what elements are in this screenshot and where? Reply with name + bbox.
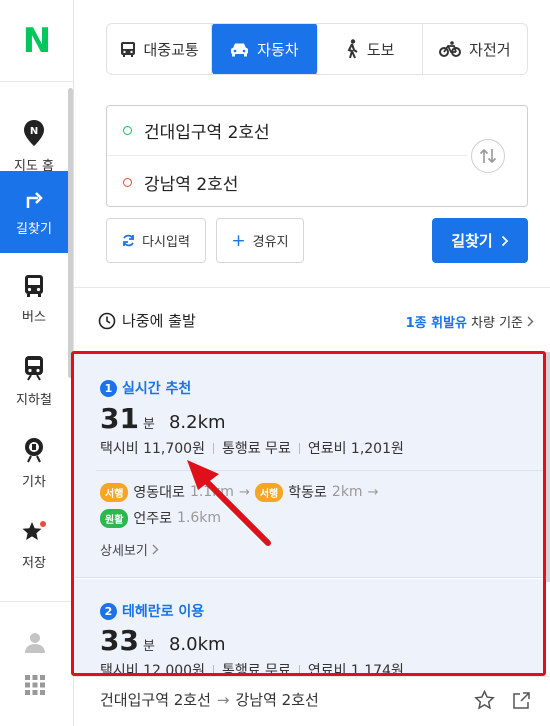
sidebar-item-directions[interactable]: 길찾기 (0, 171, 68, 253)
toll-fee: 통행료 무료 (221, 441, 291, 457)
apps-menu-button[interactable] (20, 670, 50, 700)
rank-number-badge: 1 (100, 379, 117, 397)
profile-button[interactable] (20, 627, 50, 657)
refresh-icon (123, 234, 134, 247)
map-pin-icon: N (24, 119, 44, 146)
transport-mode-tabs: 대중교통 자동차 도보 자전거 (106, 23, 528, 75)
taxi-fare: 택시비 12,000원 (100, 663, 205, 675)
traffic-segments: 원활 언주로 1.6km (100, 508, 221, 528)
star-icon (22, 520, 46, 540)
divider (212, 664, 214, 675)
reset-input-button[interactable]: 다시입력 (106, 218, 206, 263)
bus-icon (25, 274, 43, 297)
walk-icon (347, 39, 358, 59)
footer-route-summary: 건대입구역 2호선 → 강남역 2호선 (100, 690, 319, 710)
traffic-tag: 서행 (254, 482, 284, 502)
route-rank-title: 1 실시간 추천 (100, 378, 191, 398)
sidebar-item-subway[interactable]: 지하철 (0, 340, 68, 422)
rank-number-badge: 2 (100, 602, 117, 620)
fuel-type-selector[interactable]: 1종 휘발유 차량 기준 (406, 312, 534, 331)
start-location-field[interactable]: 건대입구역 2호선 (107, 106, 467, 156)
sidebar-item-label: 버스 (22, 309, 46, 325)
swap-arrows-icon (479, 148, 497, 164)
sidebar-item-label: 기차 (22, 474, 46, 490)
tab-public-transit[interactable]: 대중교통 (107, 24, 213, 74)
sidebar-item-saved[interactable]: 저장 (0, 504, 68, 586)
arrow-right-icon: → (238, 484, 250, 500)
add-waypoint-button[interactable]: + 경유지 (216, 218, 304, 263)
sidebar-item-bus[interactable]: 버스 (0, 258, 68, 340)
swap-route-button[interactable] (471, 139, 505, 173)
directions-panel: 대중교통 자동차 도보 자전거 건대입구역 2호선 강남역 2호선 다시입력 +… (74, 0, 550, 726)
route-footer-bar: 건대입구역 2호선 → 강남역 2호선 (74, 676, 550, 726)
sidebar-scrollbar[interactable] (68, 88, 73, 378)
sidebar: N N 지도 홈 길찾기 버스 지하철 기차 저장 (0, 0, 74, 726)
traffic-segments: 서행 영동대로 1.1km → 서행 학동로 2km → (100, 482, 378, 502)
route-summary: 31 분 8.2km (100, 402, 226, 435)
results-scrollbar[interactable] (544, 352, 550, 582)
plus-icon: + (231, 230, 246, 251)
route-costs: 택시비 12,000원 통행료 무료 연료비 1,174원 (100, 660, 404, 675)
chevron-right-icon (527, 316, 534, 327)
route-input-box: 건대입구역 2호선 강남역 2호선 (106, 105, 528, 207)
end-dot-icon (123, 177, 132, 187)
divider (298, 664, 300, 675)
end-location-field[interactable]: 강남역 2호선 (107, 157, 467, 207)
traffic-tag: 서행 (100, 482, 129, 502)
route-card[interactable]: 2 테헤란로 이용 33 분 8.0km 택시비 12,000원 통행료 무료 … (74, 579, 544, 675)
divider (212, 442, 214, 454)
toll-fee: 통행료 무료 (221, 663, 291, 675)
clock-icon (98, 312, 116, 329)
tab-bicycle[interactable]: 자전거 (423, 24, 527, 74)
svg-text:N: N (30, 126, 38, 137)
naver-logo[interactable]: N (0, 0, 74, 82)
save-route-button[interactable] (471, 687, 497, 713)
arrow-right-icon: → (216, 690, 230, 709)
find-route-button[interactable]: 길찾기 (432, 218, 528, 263)
fuel-cost: 연료비 1,201원 (307, 441, 404, 457)
divider (298, 442, 300, 454)
chevron-right-icon (501, 235, 508, 246)
chevron-right-icon (152, 544, 159, 555)
sidebar-divider (0, 601, 74, 602)
train-icon (25, 437, 43, 462)
sidebar-item-label: 지하철 (16, 392, 52, 408)
share-icon (512, 691, 530, 709)
directions-icon (26, 191, 43, 208)
route-costs: 택시비 11,700원 통행료 무료 연료비 1,201원 (100, 438, 404, 458)
arrow-right-icon: → (367, 484, 379, 500)
depart-later-button[interactable]: 나중에 출발 (98, 310, 196, 331)
bike-icon (439, 41, 462, 57)
car-icon (231, 43, 249, 56)
card-divider (96, 470, 544, 471)
view-details-link[interactable]: 상세보기 (100, 540, 159, 559)
route-card[interactable]: 1 실시간 추천 31 분 8.2km 택시비 11,700원 통행료 무료 연… (74, 352, 544, 578)
taxi-fare: 택시비 11,700원 (100, 441, 205, 457)
sidebar-item-label: 저장 (22, 555, 46, 571)
route-results-list: 1 실시간 추천 31 분 8.2km 택시비 11,700원 통행료 무료 연… (74, 352, 544, 675)
grid-icon (25, 675, 45, 695)
start-dot-icon (123, 126, 132, 135)
route-rank-title: 2 테헤란로 이용 (100, 601, 204, 621)
sidebar-item-train[interactable]: 기차 (0, 422, 68, 504)
subway-icon (25, 355, 43, 381)
fuel-cost: 연료비 1,174원 (307, 663, 404, 675)
bus-icon (120, 41, 135, 57)
traffic-tag: 원활 (100, 508, 129, 528)
share-button[interactable] (508, 687, 534, 713)
user-icon (25, 633, 45, 653)
section-divider (74, 287, 550, 288)
tab-car[interactable]: 자동차 (212, 24, 318, 74)
star-outline-icon (473, 690, 495, 710)
sidebar-item-label: 길찾기 (16, 221, 52, 237)
route-summary: 33 분 8.0km (100, 624, 226, 657)
tab-walk[interactable]: 도보 (318, 24, 423, 74)
